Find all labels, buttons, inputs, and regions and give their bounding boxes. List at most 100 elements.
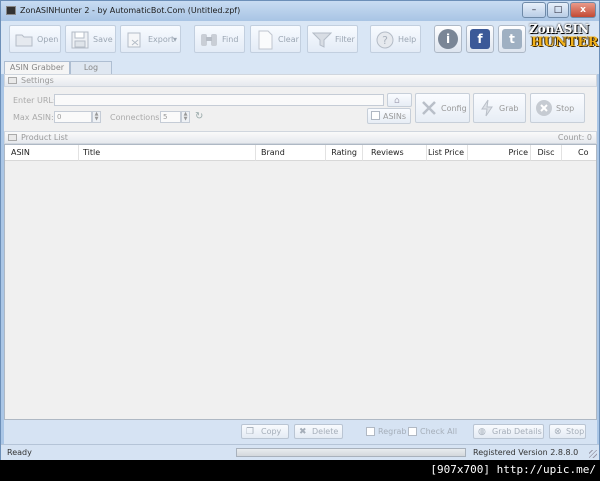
tab-log[interactable]: Log: [70, 61, 112, 74]
enter-url-label: Enter URL:: [13, 96, 56, 105]
settings-header: Settings: [4, 74, 597, 87]
document-icon: [254, 29, 275, 50]
column-disc[interactable]: Disc: [531, 145, 562, 161]
stop-details-label: Stop: [566, 427, 585, 436]
info-button[interactable]: i: [434, 25, 462, 53]
export-icon: [124, 29, 145, 50]
connections-spinner[interactable]: ▲ ▼: [181, 111, 190, 123]
close-button[interactable]: x: [570, 2, 596, 18]
copy-icon: ❐: [246, 427, 255, 437]
copy-label: Copy: [261, 427, 282, 436]
grab-details-button[interactable]: ◍ Grab Details: [473, 424, 544, 439]
lightning-icon: [477, 98, 497, 118]
column-list-price[interactable]: List Price: [427, 145, 468, 161]
maximize-button[interactable]: □: [547, 2, 569, 18]
stop-small-icon: ⊗: [554, 427, 562, 437]
question-icon: ?: [374, 29, 395, 50]
basket-icon: ⌂: [394, 96, 400, 106]
regrab-label: Regrab: [378, 427, 407, 436]
column-price[interactable]: Price: [468, 145, 531, 161]
product-list-title: Product List: [21, 133, 68, 142]
export-label: Export: [148, 35, 175, 44]
export-dropdown-arrow[interactable]: ▾: [173, 35, 177, 44]
product-list-header: Product List Count: 0: [4, 131, 597, 144]
filter-label: Filter: [335, 35, 355, 44]
tab-asin-grabber[interactable]: ASIN Grabber: [4, 61, 70, 74]
binoculars-icon: [198, 29, 219, 50]
max-asin-input[interactable]: 0: [54, 111, 92, 123]
column-rating[interactable]: Rating: [326, 145, 363, 161]
grab-details-label: Grab Details: [492, 427, 542, 436]
app-window: ZonASINHunter 2 - by AutomaticBot.Com (U…: [0, 0, 600, 460]
folder-icon: [13, 29, 34, 50]
max-asin-spinner[interactable]: ▲ ▼: [92, 111, 101, 123]
column-brand[interactable]: Brand: [256, 145, 326, 161]
save-button[interactable]: Save: [65, 25, 116, 53]
facebook-icon: f: [470, 29, 490, 49]
delete-icon: ✖: [299, 427, 307, 437]
copy-button[interactable]: ❐ Copy: [241, 424, 289, 439]
column-asin[interactable]: ASIN: [5, 145, 79, 161]
column-title[interactable]: Title: [79, 145, 256, 161]
title-bar[interactable]: ZonASINHunter 2 - by AutomaticBot.Com (U…: [1, 1, 599, 21]
filter-button[interactable]: Filter: [307, 25, 358, 53]
floppy-icon: [69, 29, 90, 50]
save-label: Save: [93, 35, 113, 44]
progress-bar: [236, 448, 466, 457]
stop-grab-button[interactable]: Stop: [530, 93, 585, 123]
asins-icon: [371, 111, 380, 120]
product-count: Count: 0: [557, 133, 592, 142]
paste-url-button[interactable]: ⌂: [387, 93, 412, 107]
logo-line1: ZonASIN: [529, 22, 590, 36]
check-all-label: Check All: [420, 427, 458, 436]
twitter-button[interactable]: t: [498, 25, 526, 53]
status-bar: Ready Registered Version 2.8.8.0: [1, 444, 599, 460]
logo-line2: HUNTER: [531, 35, 599, 50]
tab-strip: ASIN Grabber Log: [1, 59, 599, 74]
delete-button[interactable]: ✖ Delete: [294, 424, 343, 439]
twitter-icon: t: [502, 29, 522, 49]
check-all-checkbox[interactable]: [408, 427, 417, 436]
status-text: Ready: [7, 448, 32, 457]
help-label: Help: [398, 35, 417, 44]
grab-details-icon: ◍: [478, 427, 486, 437]
max-asin-label: Max ASIN:: [13, 113, 54, 122]
settings-title: Settings: [21, 76, 54, 85]
zonasinhunter-logo: ZonASIN HUNTER: [529, 21, 598, 59]
action-bar: ❐ Copy ✖ Delete Regrab Check All ◍ Grab …: [4, 420, 597, 444]
panel-icon: [8, 134, 17, 141]
funnel-icon: [311, 29, 332, 50]
find-button[interactable]: Find: [194, 25, 245, 53]
grab-button[interactable]: Grab: [473, 93, 526, 123]
product-table[interactable]: ASIN Title Brand Rating Reviews List Pri…: [4, 144, 597, 420]
open-label: Open: [37, 35, 59, 44]
refresh-icon: ↻: [195, 111, 204, 122]
find-label: Find: [222, 35, 239, 44]
app-icon: [6, 6, 16, 15]
config-button[interactable]: Config: [415, 93, 470, 123]
regrab-checkbox[interactable]: [366, 427, 375, 436]
column-reviews[interactable]: Reviews: [363, 145, 427, 161]
grab-label: Grab: [499, 104, 519, 113]
asins-button[interactable]: ASINs: [367, 108, 411, 124]
stop-details-button[interactable]: ⊗ Stop: [549, 424, 586, 439]
export-button[interactable]: Export ▾: [120, 25, 181, 53]
open-button[interactable]: Open: [9, 25, 61, 53]
panel-icon: [8, 77, 17, 84]
url-input[interactable]: [54, 94, 384, 106]
window-title: ZonASINHunter 2 - by AutomaticBot.Com (U…: [20, 6, 241, 15]
clear-button[interactable]: Clear: [250, 25, 301, 53]
column-co[interactable]: Co: [562, 145, 596, 161]
help-button[interactable]: ? Help: [370, 25, 421, 53]
info-icon: i: [438, 29, 458, 49]
connections-input[interactable]: 5: [160, 111, 181, 123]
resize-grip-icon[interactable]: [589, 450, 597, 458]
stop-icon: [534, 98, 554, 118]
minimize-button[interactable]: –: [522, 2, 546, 18]
delete-label: Delete: [312, 427, 339, 436]
svg-text:?: ?: [382, 34, 388, 47]
facebook-button[interactable]: f: [466, 25, 494, 53]
asins-label: ASINs: [383, 112, 407, 121]
tools-icon: [419, 98, 439, 118]
settings-panel: Enter URL: ⌂ Max ASIN: 0 ▲ ▼ Connections:…: [4, 87, 597, 131]
